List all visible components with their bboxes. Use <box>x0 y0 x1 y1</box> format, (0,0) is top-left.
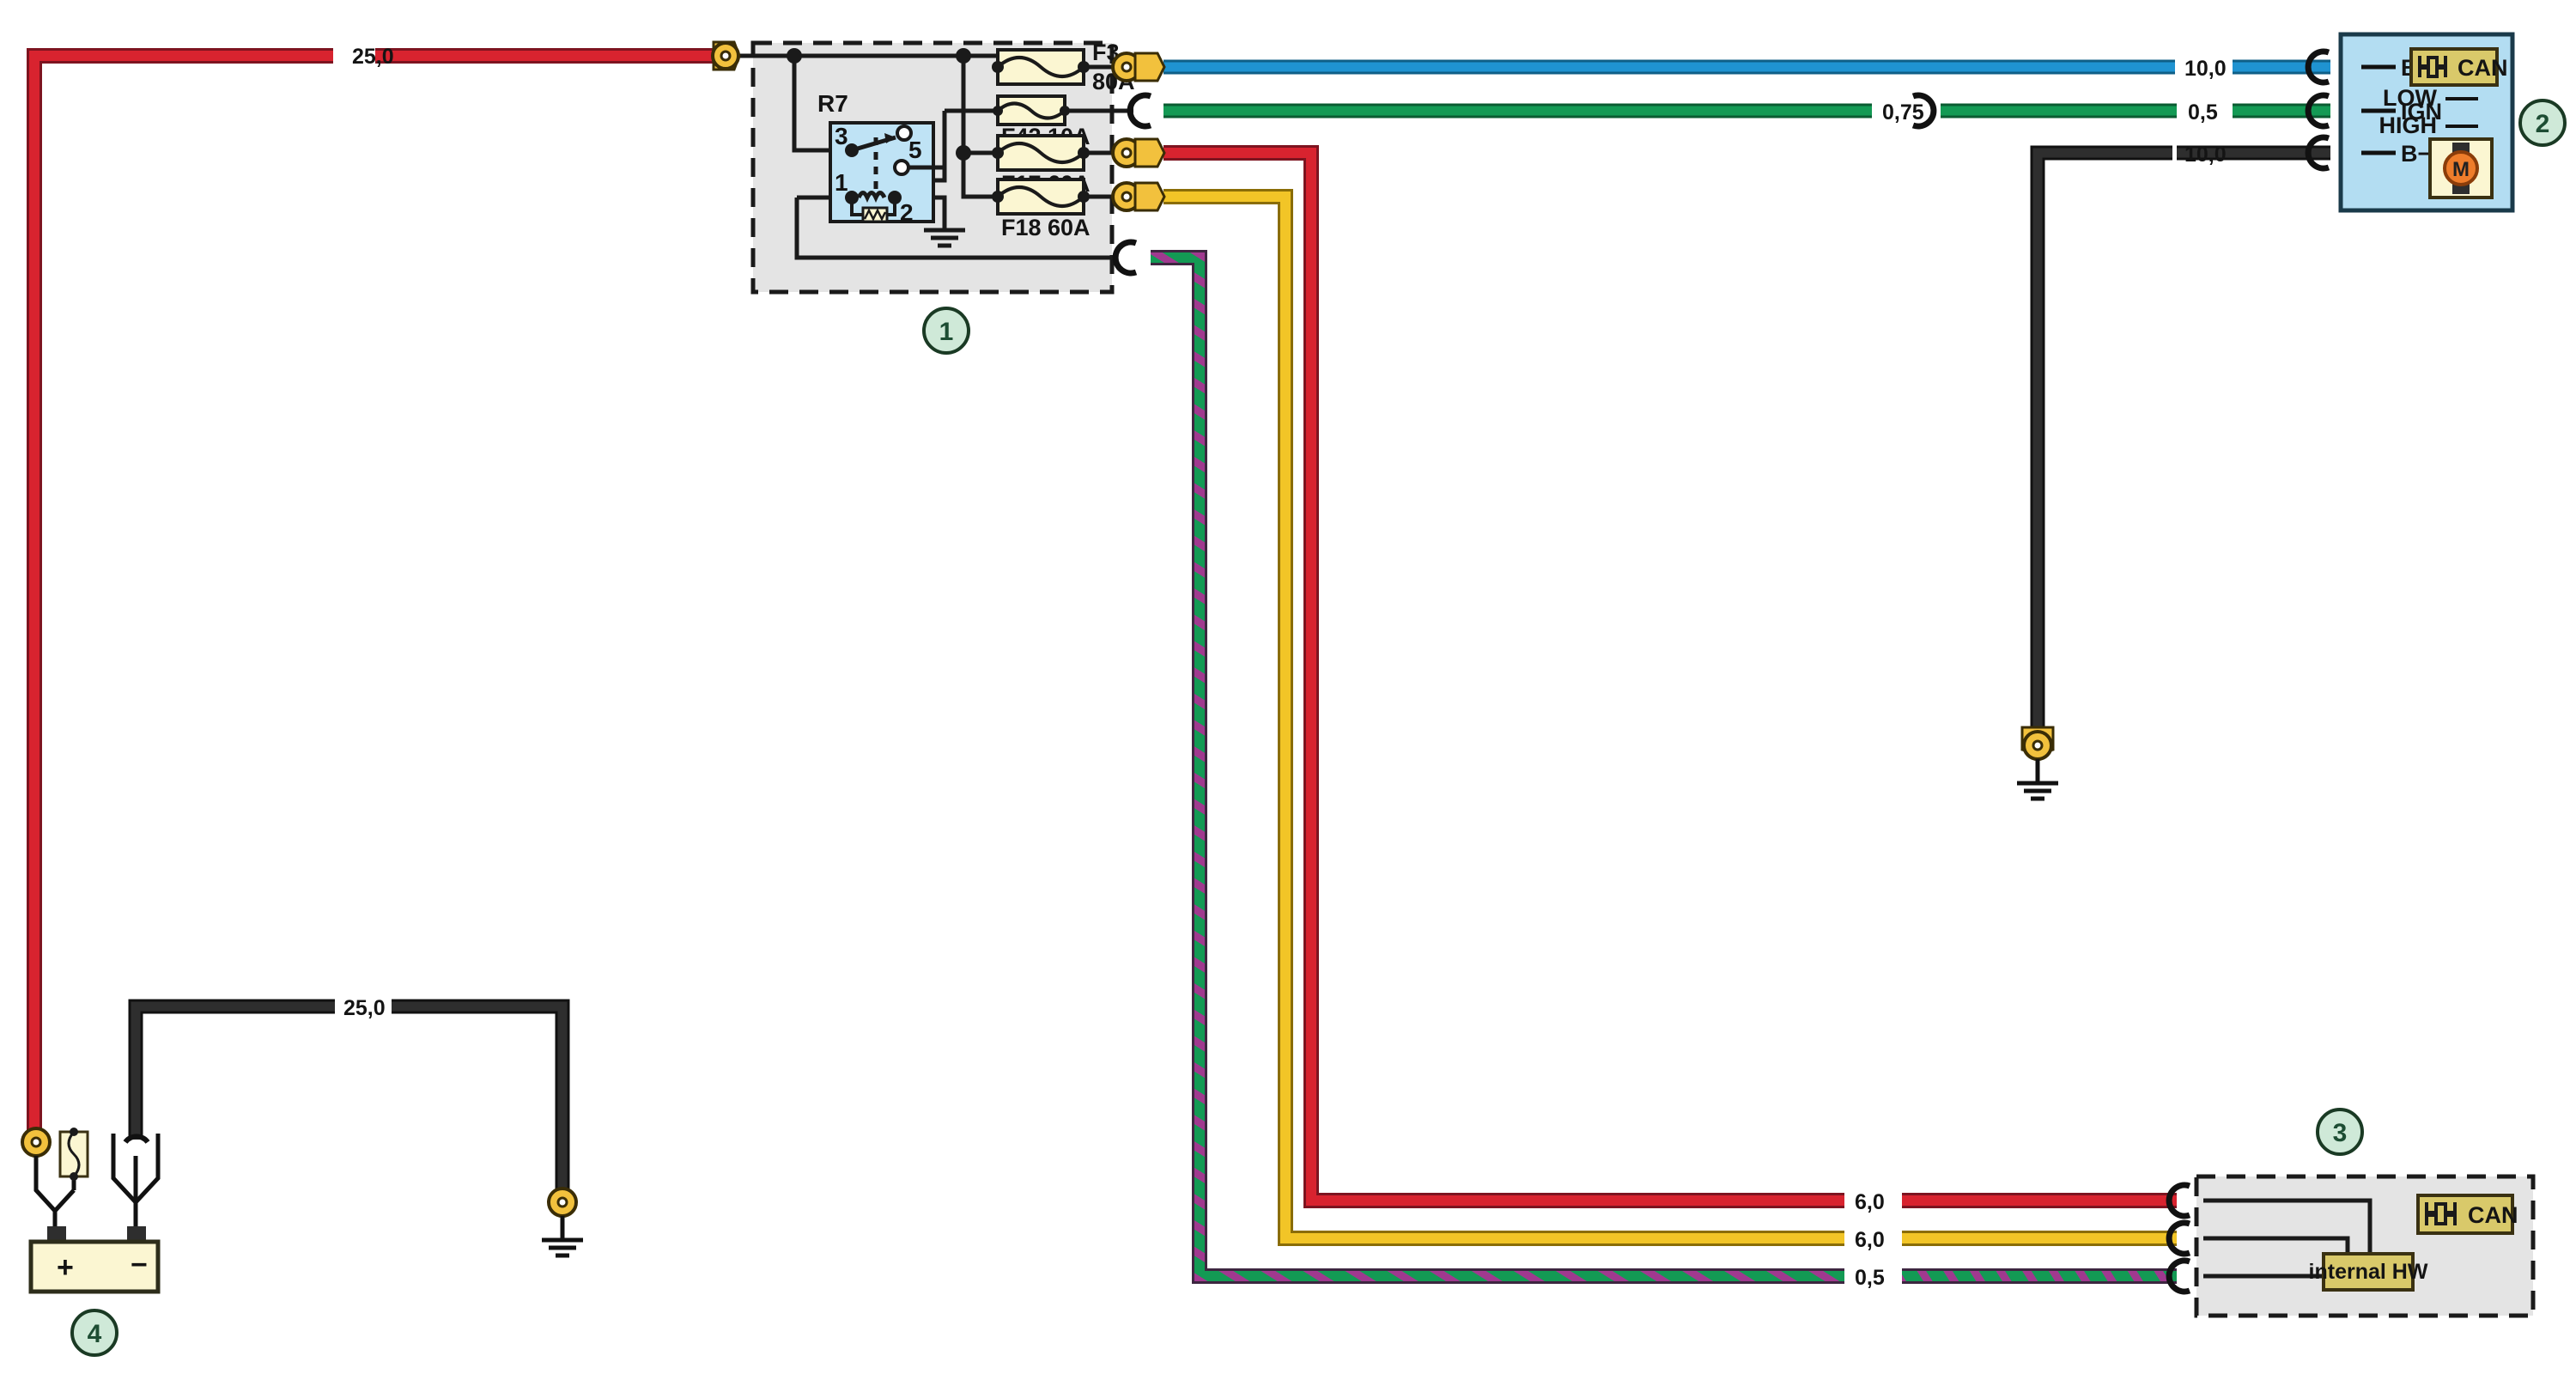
callout-3-label: 3 <box>2333 1119 2348 1147</box>
callout-3[interactable]: 3 <box>2316 1108 2364 1156</box>
relay-label: R7 <box>817 90 848 117</box>
ring-terminal-f3 <box>1111 52 1166 82</box>
module2-output-high: HIGH <box>2379 112 2438 138</box>
module-3[interactable]: internal HW CAN <box>2194 1174 2536 1318</box>
ground-symbol-battery <box>542 1187 583 1258</box>
wire-label-batt-black: 25,0 <box>343 996 386 1020</box>
ring-terminal-f17 <box>1111 137 1166 168</box>
wire-label-top-red: 25,0 <box>352 45 394 69</box>
callout-1[interactable]: 1 <box>922 307 970 355</box>
relay-pin-3-label: 3 <box>835 123 848 149</box>
wire-label-blue-10: 10,0 <box>2184 57 2227 81</box>
wire-label-yellow-60: 6,0 <box>1855 1228 1885 1252</box>
module2-can-label: CAN <box>2458 55 2508 81</box>
callout-2-label: 2 <box>2536 110 2550 138</box>
module2-output-low: LOW <box>2383 85 2437 111</box>
module2-motor-symbol: M <box>2428 137 2494 199</box>
module3-internal-hw-block: internal HW <box>2309 1252 2428 1292</box>
relay-pin-1-label: 1 <box>835 169 848 196</box>
battery[interactable]: + − <box>21 1127 161 1294</box>
fuse-f18[interactable]: F18 60A <box>992 178 1091 240</box>
callout-1-label: 1 <box>939 318 954 346</box>
module2-motor-label: M <box>2452 158 2470 181</box>
relay-pin-5-label: 5 <box>908 137 922 163</box>
callout-4-label: 4 <box>88 1320 102 1348</box>
ground-symbol-module2 <box>2017 726 2058 801</box>
callout-2[interactable]: 2 <box>2518 99 2567 147</box>
wire-label-green-075: 0,75 <box>1882 100 1924 125</box>
module2-can-badge: CAN <box>2409 47 2508 87</box>
fuse-f18-label: F18 60A <box>1001 215 1091 240</box>
wire-battery-positive-main <box>27 48 726 1138</box>
callout-4[interactable]: 4 <box>70 1309 118 1357</box>
battery-negative-clamp <box>111 1134 161 1242</box>
ring-terminal-f18 <box>1111 181 1166 212</box>
wire-layer <box>27 48 2330 1284</box>
wire-label-red-60: 6,0 <box>1855 1190 1885 1214</box>
wiring-diagram-canvas: R7 3 5 1 2 F3 80A F18 60A IGN B− CAN LOW… <box>0 0 2576 1374</box>
wire-b-minus-to-ground <box>2030 145 2330 745</box>
module3-can-badge: CAN <box>2416 1194 2518 1235</box>
module3-can-label: CAN <box>2468 1202 2518 1228</box>
wire-label-green-05b: 0,5 <box>1855 1266 1885 1290</box>
relay-pin-2-label: 2 <box>900 199 914 226</box>
wire-battery-negative-to-ground <box>128 999 570 1195</box>
connector-striped-out <box>1112 239 1138 277</box>
module3-internal-hw-label: internal HW <box>2309 1260 2428 1284</box>
wire-label-green-05: 0,5 <box>2188 100 2218 125</box>
wire-f17-to-module3 <box>1163 145 2177 1208</box>
module2-terminal-bminus: B− <box>2401 141 2431 167</box>
battery-negative-label: − <box>131 1249 148 1281</box>
battery-positive-clamp <box>21 1127 89 1242</box>
wire-label-black-10: 10,0 <box>2184 143 2227 167</box>
diagram-svg: R7 3 5 1 2 F3 80A F18 60A IGN B− CAN LOW… <box>21 32 2567 1357</box>
module-2[interactable]: B+ IGN B− CAN LOW HIGH M <box>2338 32 2515 213</box>
fuse-relay-box[interactable]: R7 3 5 1 2 F3 80A F18 60A <box>726 40 1135 295</box>
battery-positive-label: + <box>57 1251 74 1284</box>
